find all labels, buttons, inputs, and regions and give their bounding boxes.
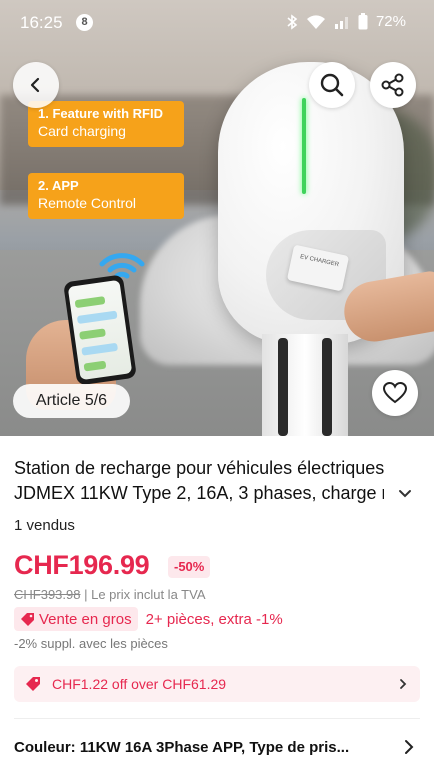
wholesale-badge: Vente en gros [14,607,138,631]
status-time: 16:25 [20,13,63,32]
back-button[interactable] [13,62,59,108]
charger-cable [322,338,332,436]
search-icon [320,73,344,97]
heart-icon [382,381,408,404]
sold-count: 1 vendus [14,517,75,534]
product-title[interactable]: Station de recharge pour véhicules élect… [14,456,414,506]
old-price: CHF393.98 [14,587,81,602]
image-counter: Article 5/6 [13,384,130,418]
feature-badge-app: 2. APP Remote Control [28,173,184,219]
chevron-right-icon[interactable] [400,738,418,756]
extra-discount-note: -2% suppl. avec les pièces [14,636,168,651]
share-icon [381,73,404,97]
product-title-line2: JDMEX 11KW Type 2, 16A, 3 phases, charge… [14,483,384,503]
cellular-signal-icon [334,16,348,29]
old-price-row: CHF393.98 | Le prix inclut la TVA [14,587,206,602]
variant-selector[interactable]: Couleur: 11KW 16A 3Phase APP, Type de pr… [14,739,394,756]
share-button[interactable] [370,62,416,108]
feature-subtitle: Remote Control [38,195,137,211]
coupon-text: CHF1.22 off over CHF61.29 [52,676,227,692]
chevron-down-icon[interactable] [395,484,415,504]
current-price: CHF196.99 [14,550,150,580]
rfid-card-text: EV CHARGER [299,254,340,269]
status-icons: 72% [286,13,406,30]
tag-icon [21,612,34,626]
charger-pole [262,334,348,436]
price-note: | Le prix inclut la TVA [80,587,206,602]
battery-level: 72% [375,13,406,30]
bluetooth-icon [287,13,298,30]
coupon-tag-icon [26,677,40,691]
discount-badge: -50% [168,556,211,578]
product-title-line1: Station de recharge pour véhicules élect… [14,458,385,478]
charger-led [302,98,306,194]
chevron-right-icon [400,679,407,689]
feature-title: 1. Feature with RFID [38,106,163,121]
wholesale-label: Vente en gros [39,610,132,628]
notification-count-badge: 8 [76,14,93,31]
feature-subtitle: Card charging [38,123,126,139]
charger-cable [278,338,288,436]
divider [14,718,420,719]
feature-badge-rfid: 1. Feature with RFID Card charging [28,101,184,147]
favorite-button[interactable] [372,370,418,416]
product-image-carousel[interactable]: EV CHARGER 1. Feature with RFID Card cha… [0,0,434,436]
status-bar: 16:25 8 72% [0,0,434,44]
wholesale-row[interactable]: Vente en gros 2+ pièces, extra -1% [14,607,283,631]
battery-icon [358,13,368,30]
wholesale-offer: 2+ pièces, extra -1% [145,610,283,628]
wifi-icon [306,14,325,29]
feature-title: 2. APP [38,178,79,193]
coupon-banner[interactable]: CHF1.22 off over CHF61.29 [14,666,420,702]
chevron-left-icon [30,77,40,93]
search-button[interactable] [309,62,355,108]
